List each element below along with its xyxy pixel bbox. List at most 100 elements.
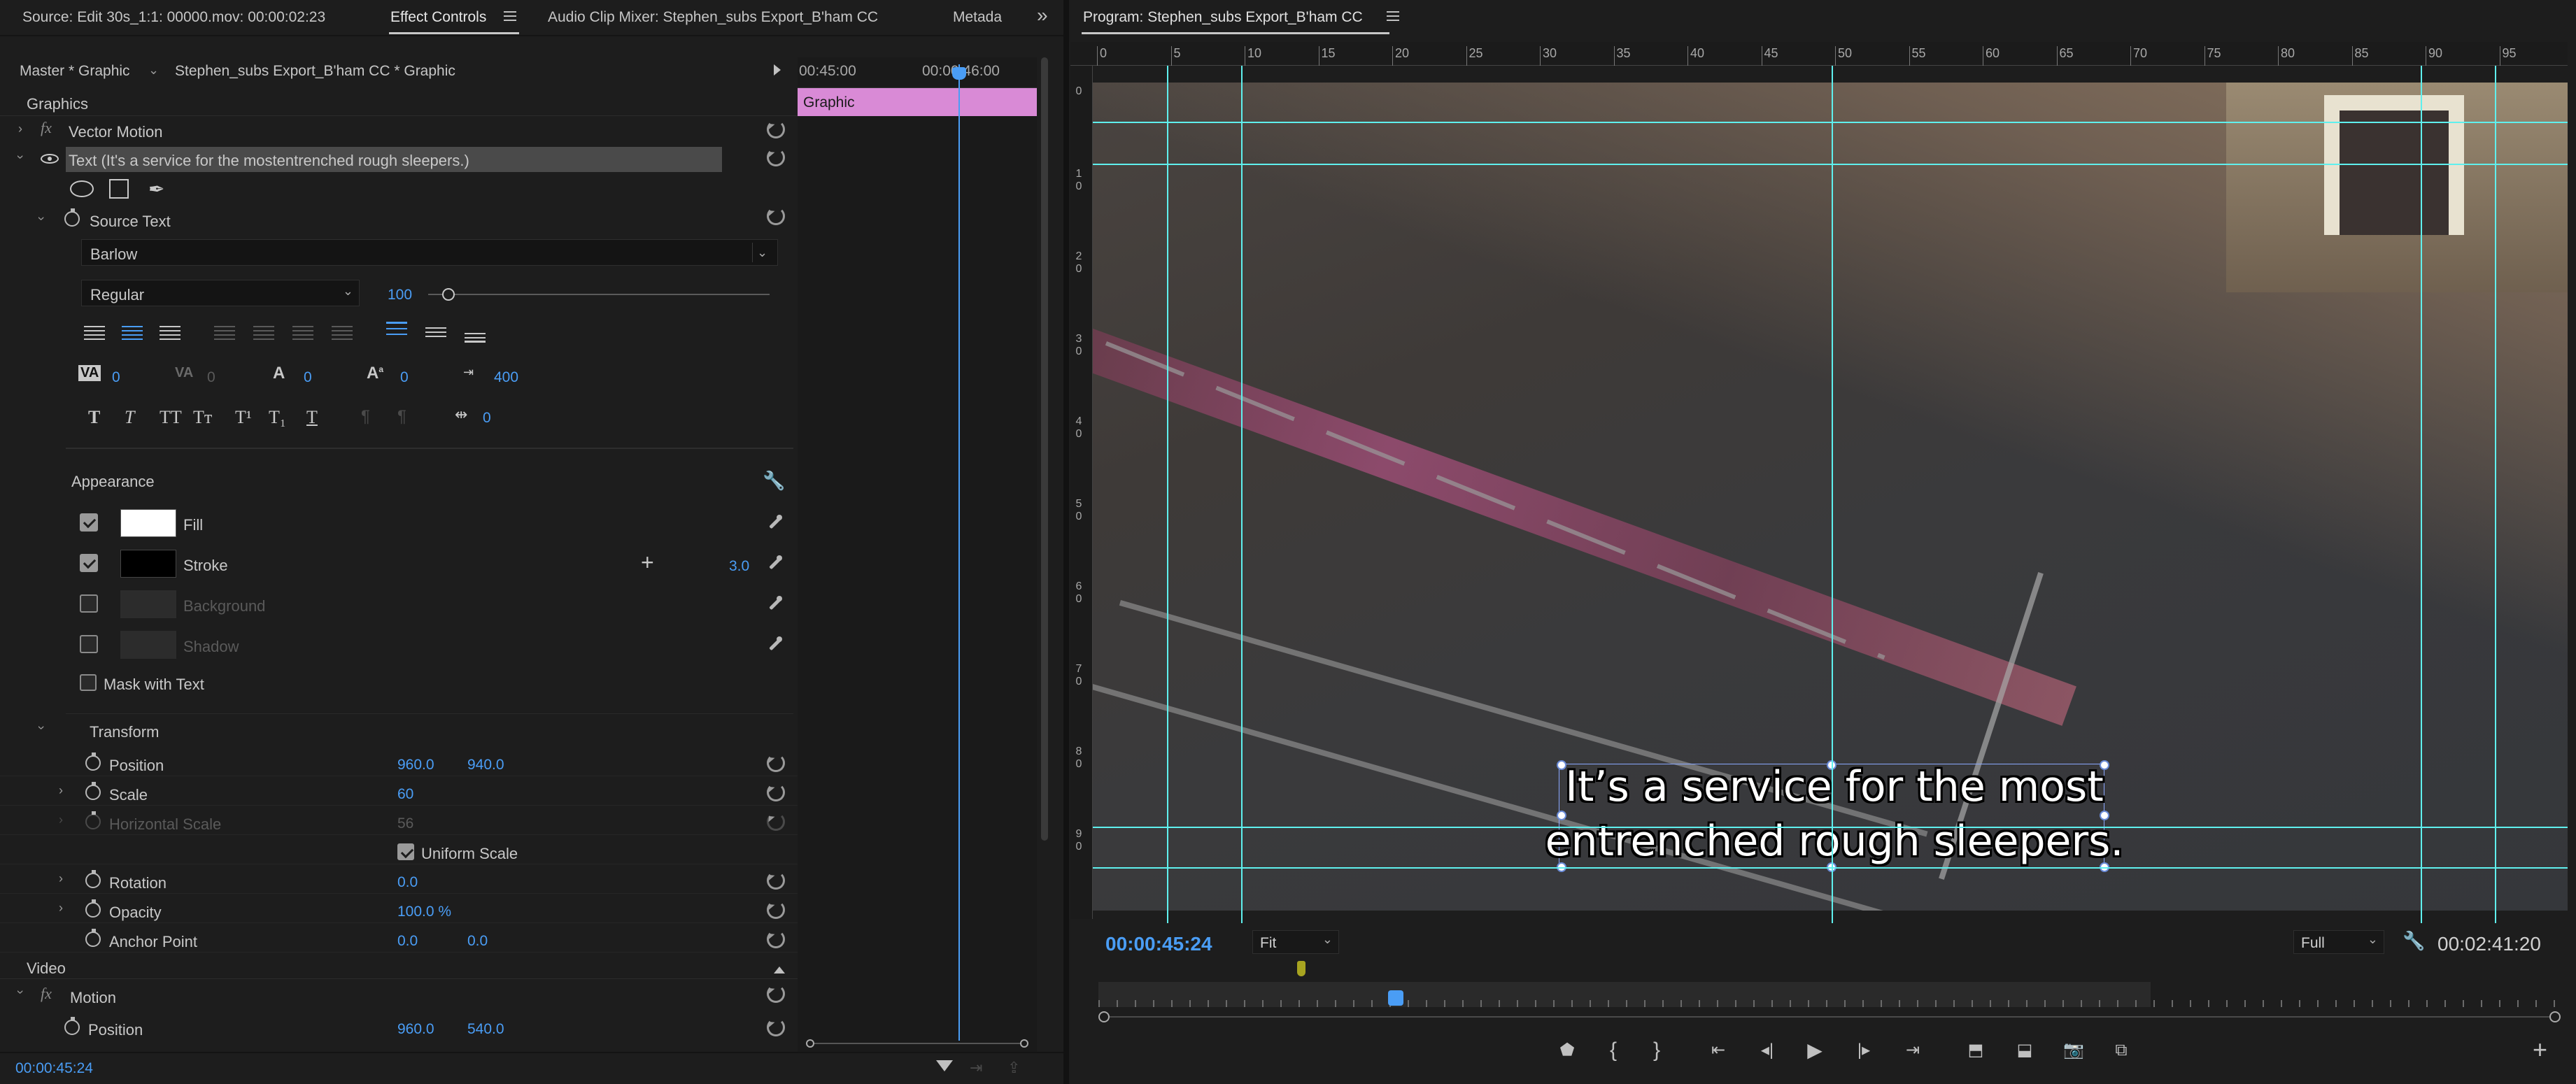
filter-icon[interactable]: [936, 1060, 953, 1080]
guide-horizontal-3[interactable]: [1093, 827, 2568, 828]
faux-bold-button[interactable]: T: [88, 407, 100, 428]
justify-all-icon[interactable]: [332, 326, 353, 341]
extract-icon[interactable]: ⬓: [2011, 1036, 2039, 1064]
sequence-clip-label[interactable]: Stephen_subs Export_B'ham CC * Graphic: [175, 63, 455, 80]
program-video-frame[interactable]: It’s a service for the most entrenched r…: [1093, 83, 2568, 911]
left-footer-timecode[interactable]: 00:00:45:24: [15, 1060, 93, 1077]
opacity-expand-chevron-icon[interactable]: ›: [59, 901, 63, 915]
scale-stopwatch-icon[interactable]: [85, 782, 101, 800]
caption-handle-tl[interactable]: [1557, 760, 1566, 770]
motion-position-x-value[interactable]: 960.0: [397, 1021, 434, 1038]
fill-checkbox[interactable]: [80, 513, 98, 532]
text-layer-reset-icon[interactable]: [767, 148, 785, 166]
step-back-icon[interactable]: ◂|: [1753, 1036, 1781, 1064]
background-color-swatch[interactable]: [120, 590, 176, 618]
monitor-scroll-left[interactable]: [1098, 1011, 1110, 1022]
add-stroke-icon[interactable]: +: [641, 550, 654, 576]
fill-eyedropper-icon[interactable]: [765, 513, 784, 532]
align-right-icon[interactable]: [160, 326, 181, 341]
small-caps-button[interactable]: Tт: [193, 407, 212, 428]
all-caps-button[interactable]: TT: [160, 407, 182, 428]
position-reset-icon[interactable]: [767, 754, 785, 772]
caption-handle-mr[interactable]: [2100, 811, 2109, 820]
subscript-button[interactable]: T₁: [269, 407, 286, 428]
kerning-value[interactable]: 0: [207, 369, 215, 386]
tracking-value[interactable]: 0: [112, 369, 120, 386]
export-frame-icon[interactable]: 📷: [2060, 1036, 2088, 1064]
horizontal-ruler[interactable]: 0 5 10 15 20 25 30 35 40 45 50 55 60 65 70 75 80 85 90 95: [1070, 42, 2568, 66]
guide-vertical-3[interactable]: [1832, 66, 1833, 923]
collapse-timeline-icon[interactable]: [774, 64, 786, 76]
caption-text[interactable]: It’s a service for the most entrenched r…: [1541, 759, 2128, 869]
share-icon[interactable]: ⇪: [1007, 1059, 1020, 1077]
position-x-value[interactable]: 960.0: [397, 757, 434, 773]
guide-horizontal-1[interactable]: [1093, 122, 2568, 123]
underline-button[interactable]: T: [306, 407, 318, 428]
monitor-timeline[interactable]: [1096, 961, 2565, 1022]
stroke-width-value[interactable]: 3.0: [729, 558, 749, 575]
font-size-slider-thumb[interactable]: [442, 288, 455, 301]
align-top-icon[interactable]: [386, 322, 407, 337]
opacity-value[interactable]: 100.0 %: [397, 904, 451, 920]
guide-horizontal-4[interactable]: [1093, 867, 2568, 869]
baseline-value[interactable]: 0: [400, 369, 409, 386]
motion-position-reset-icon[interactable]: [767, 1018, 785, 1036]
source-text-reset-icon[interactable]: [767, 207, 785, 225]
tab-source[interactable]: Source: Edit 30s_1:1: 00000.mov: 00:00:0…: [22, 9, 325, 26]
scale-value[interactable]: 60: [397, 786, 413, 803]
vector-motion-reset-icon[interactable]: [767, 120, 785, 138]
compare-view-icon[interactable]: ⧉: [2107, 1036, 2135, 1064]
panel-divider[interactable]: [1063, 0, 1069, 1084]
tab-audio-mixer[interactable]: Audio Clip Mixer: Stephen_subs Export_B'…: [548, 9, 878, 26]
shadow-checkbox[interactable]: [80, 635, 98, 653]
vertical-ruler[interactable]: 0 1 0 2 0 3 0 4 0 5 0 6 0 7 0 8 0 9 0: [1070, 66, 1093, 919]
anchor-stopwatch-icon[interactable]: [85, 929, 101, 947]
rotation-expand-chevron-icon[interactable]: ›: [59, 871, 63, 886]
motion-position-y-value[interactable]: 540.0: [467, 1021, 504, 1038]
quality-dropdown[interactable]: Full ⌄: [2293, 930, 2384, 954]
anchor-x-value[interactable]: 0.0: [397, 933, 418, 950]
playhead-line[interactable]: [958, 64, 960, 1041]
guide-horizontal-2[interactable]: [1093, 164, 2568, 165]
stroke-checkbox[interactable]: [80, 554, 98, 572]
mark-in-icon[interactable]: {: [1599, 1036, 1627, 1064]
guide-vertical-5[interactable]: [2495, 66, 2496, 923]
play-icon[interactable]: ▶: [1801, 1036, 1829, 1064]
program-timecode[interactable]: 00:00:45:24: [1105, 933, 1212, 955]
in-point-marker[interactable]: [1297, 961, 1305, 976]
add-marker-icon[interactable]: ⬟: [1553, 1036, 1581, 1064]
step-forward-icon[interactable]: |▸: [1850, 1036, 1878, 1064]
text-layer-collapse-chevron-icon[interactable]: ›: [13, 155, 28, 159]
wrench-icon[interactable]: 🔧: [763, 470, 785, 492]
guide-vertical-4[interactable]: [2421, 66, 2422, 923]
font-size-slider[interactable]: [428, 288, 770, 301]
ltr-direction-icon[interactable]: ¶: [361, 407, 370, 427]
lift-icon[interactable]: ⬒: [1962, 1036, 1990, 1064]
rtl-direction-icon[interactable]: ¶: [397, 407, 406, 427]
transform-collapse-chevron-icon[interactable]: ›: [34, 726, 49, 730]
tab-effect-controls[interactable]: Effect Controls: [390, 9, 486, 26]
tab-menu-icon[interactable]: [504, 11, 516, 21]
clip-dropdown-chevron-icon[interactable]: ⌄: [148, 63, 159, 78]
settings-wrench-icon[interactable]: 🔧: [2402, 930, 2425, 952]
rotation-value[interactable]: 0.0: [397, 874, 418, 891]
tsume-value[interactable]: 400: [494, 369, 518, 386]
mask-checkbox[interactable]: [80, 674, 97, 691]
pen-tool-icon[interactable]: ✒: [148, 178, 164, 201]
mark-out-icon[interactable]: }: [1643, 1036, 1671, 1064]
align-center-icon[interactable]: [122, 326, 143, 341]
motion-reset-icon[interactable]: [767, 985, 785, 1003]
guide-vertical-2[interactable]: [1241, 66, 1243, 923]
master-clip-label[interactable]: Master * Graphic: [20, 63, 130, 80]
position-y-value[interactable]: 940.0: [467, 757, 504, 773]
rectangle-tool-icon[interactable]: [109, 179, 129, 199]
font-size-value[interactable]: 100: [388, 287, 412, 304]
anchor-reset-icon[interactable]: [767, 930, 785, 948]
opacity-stopwatch-icon[interactable]: [85, 899, 101, 918]
justify-last-right-icon[interactable]: [292, 326, 313, 341]
button-editor-add-icon[interactable]: +: [2533, 1035, 2547, 1064]
mini-timeline-scrollbar[interactable]: [806, 1039, 1028, 1048]
go-to-in-icon[interactable]: ⇤: [1704, 1036, 1732, 1064]
mini-timeline-ruler[interactable]: 00:45:00 00:00:46:00: [798, 57, 1037, 88]
font-style-dropdown[interactable]: Regular ⌄: [81, 280, 360, 306]
